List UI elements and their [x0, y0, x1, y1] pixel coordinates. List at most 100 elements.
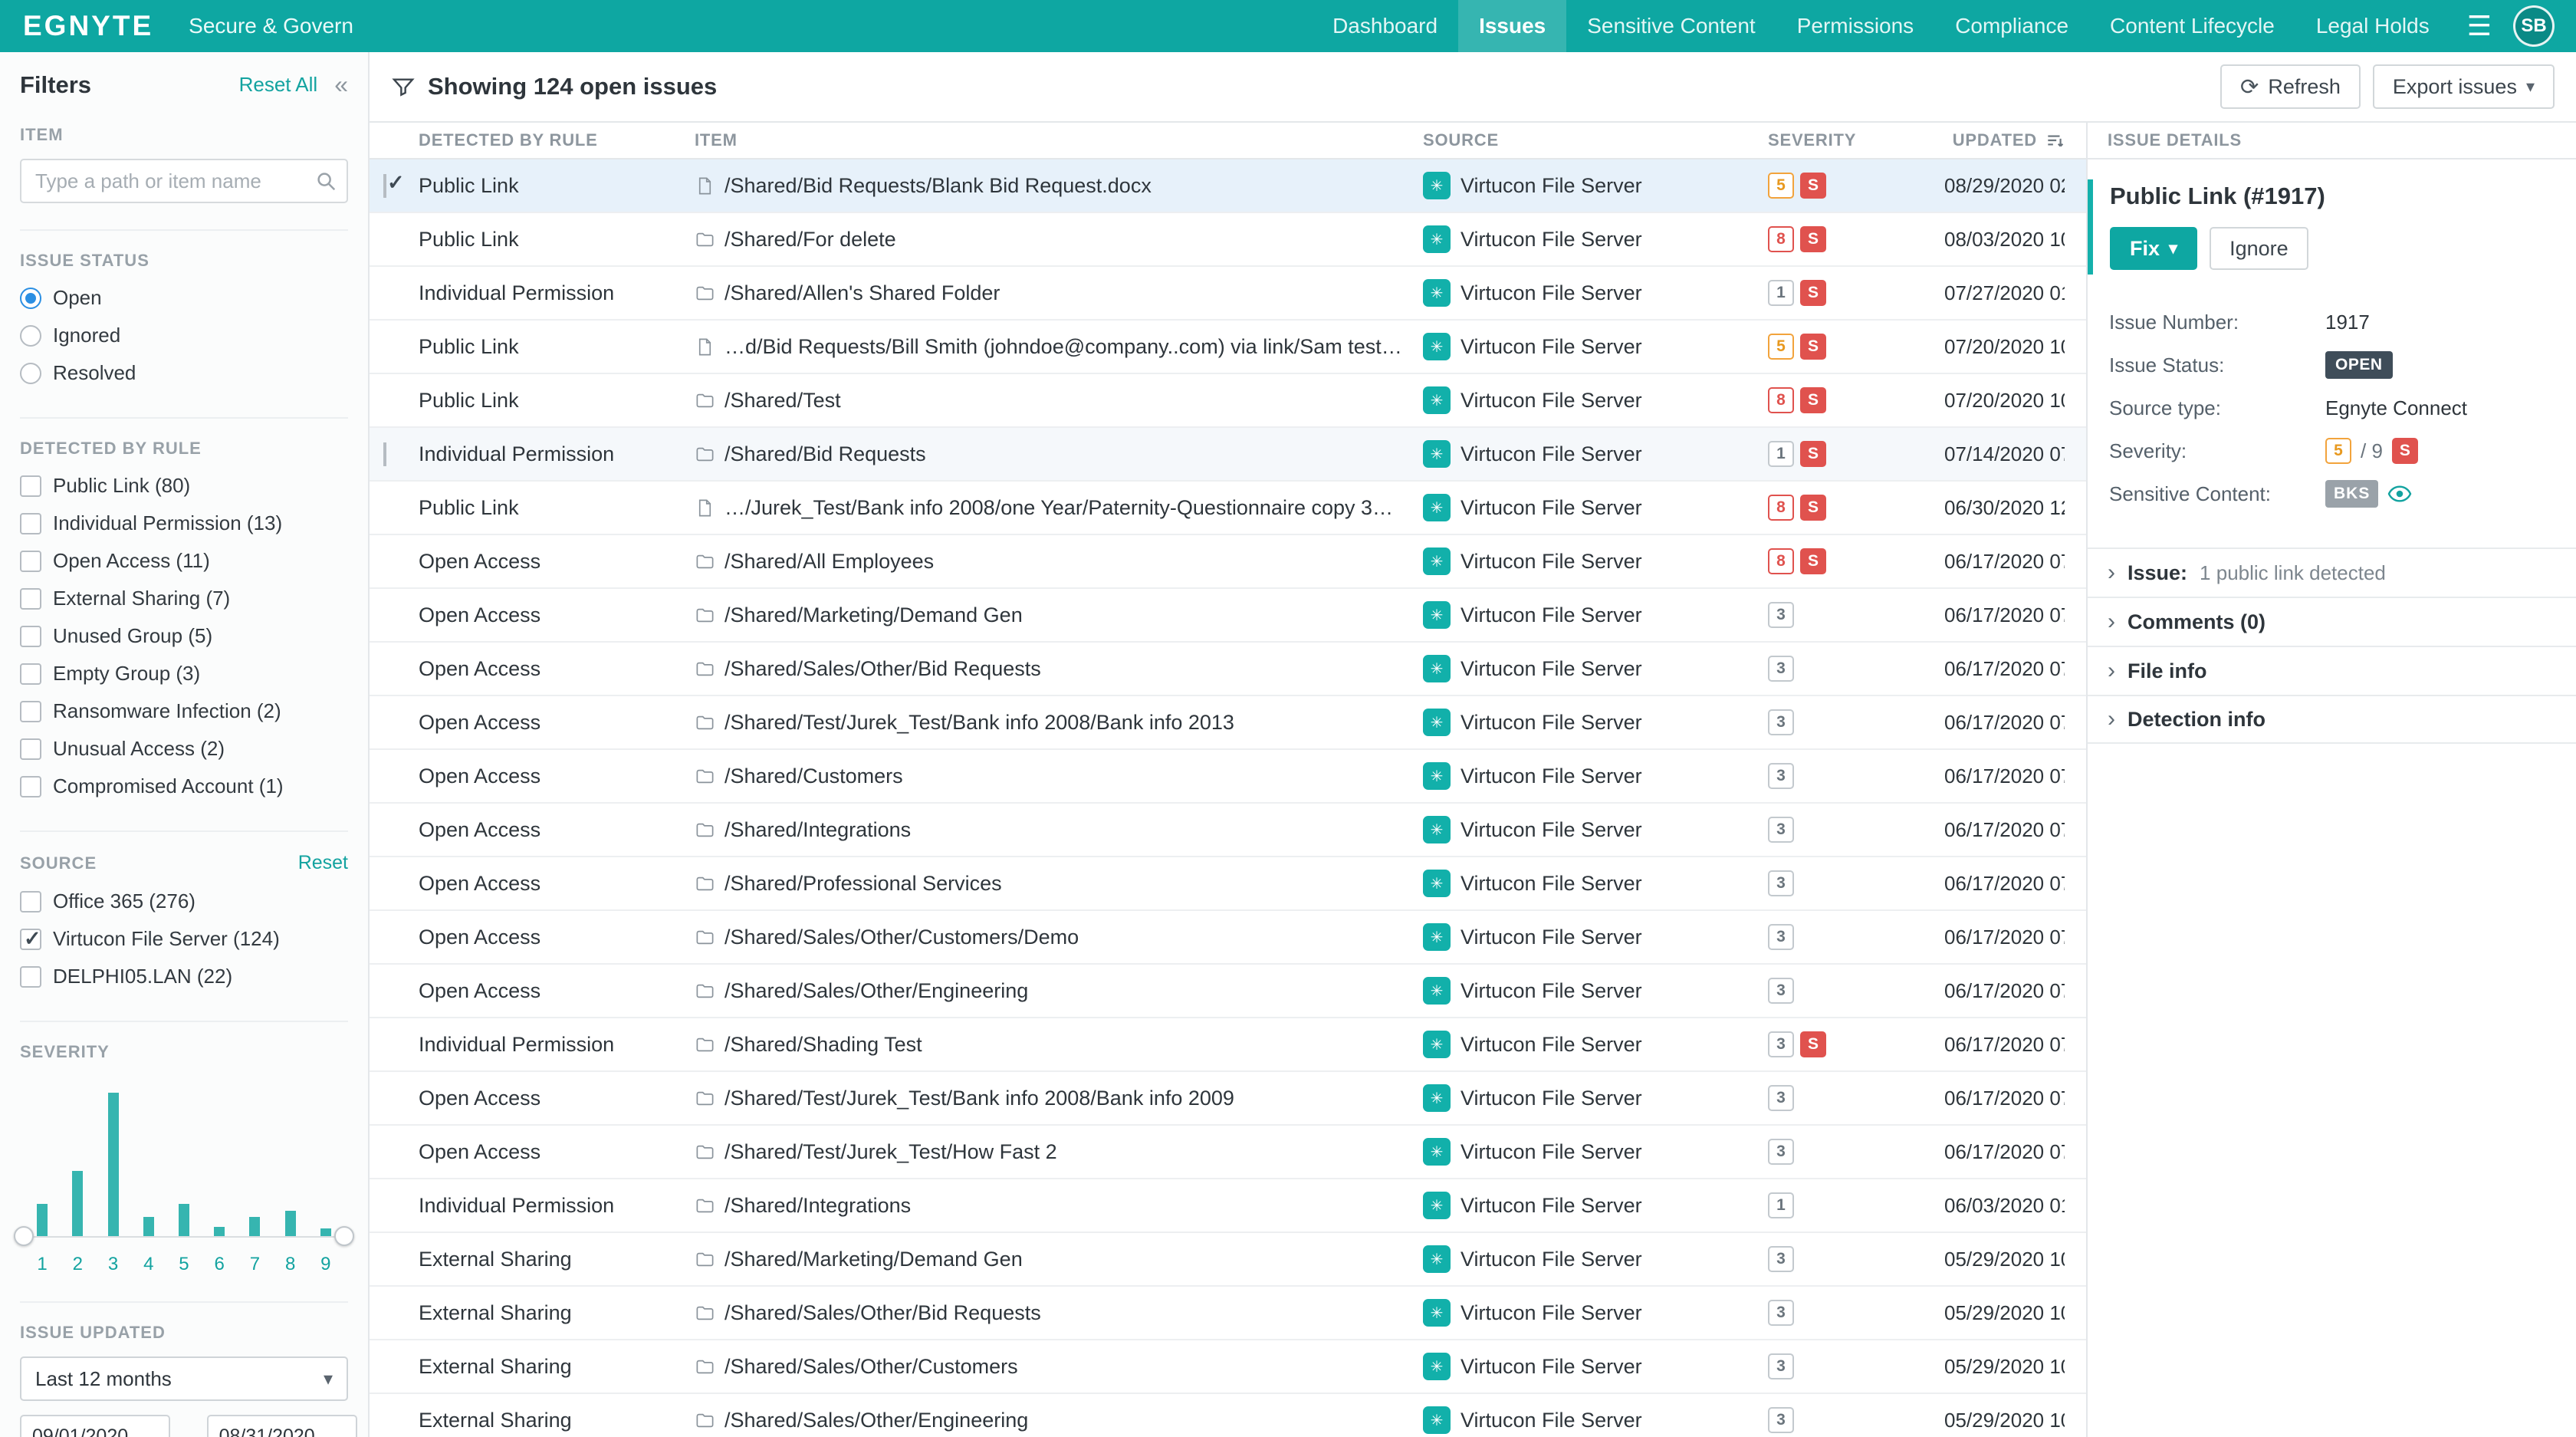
nav-item-sensitive-content[interactable]: Sensitive Content [1566, 0, 1776, 52]
header-detected-by-rule[interactable]: DETECTED BY RULE [419, 130, 695, 150]
table-row[interactable]: Individual Permission/Shared/Integration… [370, 1179, 2086, 1233]
table-row[interactable]: External Sharing/Shared/Marketing/Demand… [370, 1233, 2086, 1287]
rule-checkbox[interactable] [20, 776, 41, 797]
chevron-down-icon: ▾ [2526, 77, 2535, 97]
rule-option[interactable]: Unusual Access (2) [20, 731, 348, 767]
table-row[interactable]: Public Link/Shared/For delete✳Virtucon F… [370, 213, 2086, 267]
rule-option[interactable]: Public Link (80) [20, 468, 348, 504]
source-checkbox[interactable] [20, 929, 41, 950]
radio-open[interactable] [20, 288, 41, 309]
rule-option[interactable]: Compromised Account (1) [20, 768, 348, 804]
rule-checkbox[interactable] [20, 663, 41, 685]
table-row[interactable]: External Sharing/Shared/Sales/Other/Engi… [370, 1394, 2086, 1437]
source-option[interactable]: DELPHI05.LAN (22) [20, 959, 348, 995]
date-to-input[interactable] [207, 1415, 357, 1437]
severity-bar [108, 1093, 119, 1237]
avatar[interactable]: SB [2513, 5, 2555, 47]
rule-checkbox[interactable] [20, 475, 41, 497]
rule-checkbox[interactable] [20, 551, 41, 572]
issue-status-option[interactable]: Open [20, 280, 348, 316]
ignore-button[interactable]: Ignore [2210, 227, 2308, 270]
rule-option[interactable]: External Sharing (7) [20, 580, 348, 617]
detail-section-issue[interactable]: ›Issue:1 public link detected [2088, 548, 2576, 597]
table-row[interactable]: Public Link/Shared/Bid Requests/Blank Bi… [370, 159, 2086, 213]
severity-badge: 3 [1768, 978, 1794, 1004]
table-row[interactable]: Open Access/Shared/Test/Jurek_Test/How F… [370, 1126, 2086, 1179]
table-row[interactable]: Open Access/Shared/Marketing/Demand Gen✳… [370, 589, 2086, 643]
rule-checkbox[interactable] [20, 701, 41, 722]
source-name: Virtucon File Server [1460, 1301, 1642, 1325]
nav-item-content-lifecycle[interactable]: Content Lifecycle [2089, 0, 2295, 52]
rule-option[interactable]: Open Access (11) [20, 543, 348, 579]
egnyte-logo[interactable]: EGNYTE [23, 10, 153, 42]
table-row[interactable]: External Sharing/Shared/Sales/Other/Cust… [370, 1340, 2086, 1394]
sensitive-badge: S [1800, 387, 1826, 413]
rule-cell: External Sharing [419, 1301, 695, 1325]
issue-updated-select[interactable]: Last 12 months ▾ [20, 1356, 348, 1401]
table-row[interactable]: Public Link…/Jurek_Test/Bank info 2008/o… [370, 482, 2086, 535]
hamburger-menu-icon[interactable]: ☰ [2450, 10, 2509, 42]
header-severity[interactable]: SEVERITY [1768, 130, 1944, 150]
item-path: /Shared/Test/Jurek_Test/Bank info 2008/B… [724, 1087, 1234, 1110]
rule-option[interactable]: Empty Group (3) [20, 656, 348, 692]
rule-checkbox[interactable] [20, 738, 41, 760]
rule-checkbox[interactable] [20, 626, 41, 647]
radio-ignored[interactable] [20, 325, 41, 347]
nav-item-dashboard[interactable]: Dashboard [1312, 0, 1458, 52]
source-checkbox[interactable] [20, 891, 41, 913]
source-reset-link[interactable]: Reset [298, 852, 348, 874]
reset-all-link[interactable]: Reset All [239, 73, 318, 97]
main-area: Showing 124 open issues ⟳ Refresh Export… [370, 52, 2576, 1437]
table-row[interactable]: Individual Permission/Shared/Bid Request… [370, 428, 2086, 482]
table-row[interactable]: Open Access/Shared/Professional Services… [370, 857, 2086, 911]
header-updated[interactable]: UPDATED [1944, 130, 2065, 150]
table-row[interactable]: Public Link…d/Bid Requests/Bill Smith (j… [370, 321, 2086, 374]
nav-item-compliance[interactable]: Compliance [1934, 0, 2089, 52]
source-option[interactable]: Virtucon File Server (124) [20, 921, 348, 957]
table-row[interactable]: Open Access/Shared/Sales/Other/Engineeri… [370, 965, 2086, 1018]
refresh-button[interactable]: ⟳ Refresh [2220, 64, 2361, 109]
row-checkbox[interactable] [383, 174, 386, 198]
date-range-separator: – [182, 1424, 195, 1437]
table-row[interactable]: Open Access/Shared/Sales/Other/Bid Reque… [370, 643, 2086, 696]
nav-item-legal-holds[interactable]: Legal Holds [2295, 0, 2450, 52]
severity-slider-handle-max[interactable] [334, 1226, 354, 1246]
detail-section-comments-0[interactable]: ›Comments (0) [2088, 597, 2576, 646]
radio-resolved[interactable] [20, 363, 41, 384]
rule-checkbox[interactable] [20, 588, 41, 610]
severity-slider-handle-min[interactable] [14, 1226, 34, 1246]
header-item[interactable]: ITEM [695, 130, 1423, 150]
item-search-input[interactable] [20, 159, 348, 203]
rule-option[interactable]: Individual Permission (13) [20, 505, 348, 541]
issues-table-header: DETECTED BY RULE ITEM SOURCE SEVERITY UP… [370, 123, 2086, 159]
egnyte-source-icon: ✳ [1423, 1084, 1451, 1112]
table-row[interactable]: External Sharing/Shared/Sales/Other/Bid … [370, 1287, 2086, 1340]
eye-icon[interactable] [2387, 485, 2412, 502]
source-option[interactable]: Office 365 (276) [20, 883, 348, 919]
table-row[interactable]: Open Access/Shared/Customers✳Virtucon Fi… [370, 750, 2086, 804]
export-issues-button[interactable]: Export issues ▾ [2373, 64, 2555, 109]
rule-checkbox[interactable] [20, 513, 41, 534]
table-row[interactable]: Individual Permission/Shared/Allen's Sha… [370, 267, 2086, 321]
nav-item-issues[interactable]: Issues [1458, 0, 1566, 52]
detail-section-file-info[interactable]: ›File info [2088, 646, 2576, 695]
detail-section-detection-info[interactable]: ›Detection info [2088, 695, 2576, 744]
source-checkbox[interactable] [20, 966, 41, 988]
table-row[interactable]: Open Access/Shared/Test/Jurek_Test/Bank … [370, 696, 2086, 750]
collapse-sidebar-icon[interactable]: « [334, 71, 348, 99]
table-row[interactable]: Public Link/Shared/Test✳Virtucon File Se… [370, 374, 2086, 428]
table-row[interactable]: Open Access/Shared/Sales/Other/Customers… [370, 911, 2086, 965]
rule-option[interactable]: Ransomware Infection (2) [20, 693, 348, 729]
issue-status-option[interactable]: Ignored [20, 317, 348, 353]
table-row[interactable]: Open Access/Shared/Test/Jurek_Test/Bank … [370, 1072, 2086, 1126]
fix-button[interactable]: Fix ▾ [2110, 227, 2197, 270]
date-from-input[interactable] [20, 1415, 170, 1437]
issue-status-option[interactable]: Resolved [20, 355, 348, 391]
row-checkbox[interactable] [383, 442, 386, 466]
nav-item-permissions[interactable]: Permissions [1776, 0, 1934, 52]
rule-option[interactable]: Unused Group (5) [20, 618, 348, 654]
header-source[interactable]: SOURCE [1423, 130, 1768, 150]
table-row[interactable]: Individual Permission/Shared/Shading Tes… [370, 1018, 2086, 1072]
table-row[interactable]: Open Access/Shared/Integrations✳Virtucon… [370, 804, 2086, 857]
table-row[interactable]: Open Access/Shared/All Employees✳Virtuco… [370, 535, 2086, 589]
